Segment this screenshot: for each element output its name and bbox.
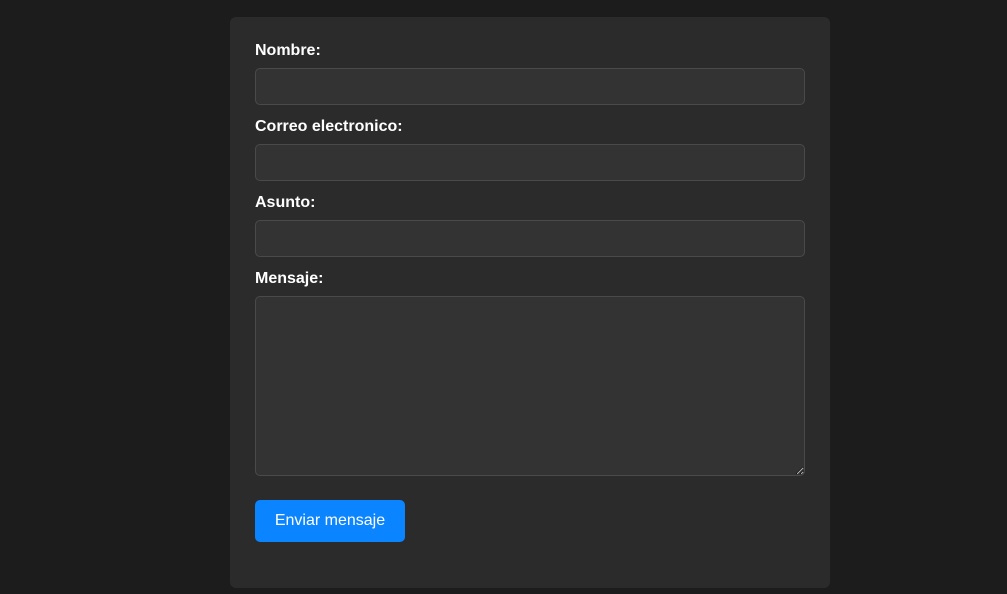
mensaje-textarea[interactable] <box>255 296 805 476</box>
field-mensaje: Mensaje: <box>255 270 805 476</box>
nombre-input[interactable] <box>255 68 805 105</box>
asunto-label: Asunto: <box>255 194 316 211</box>
nombre-label: Nombre: <box>255 42 321 59</box>
field-nombre: Nombre: <box>255 42 805 105</box>
correo-input[interactable] <box>255 144 805 181</box>
enviar-mensaje-button[interactable]: Enviar mensaje <box>255 500 405 542</box>
mensaje-label: Mensaje: <box>255 270 324 287</box>
contact-form-card: Nombre: Correo electronico: Asunto: Mens… <box>230 17 830 588</box>
correo-label: Correo electronico: <box>255 118 403 135</box>
contact-form: Nombre: Correo electronico: Asunto: Mens… <box>255 42 805 542</box>
field-asunto: Asunto: <box>255 194 805 257</box>
field-correo: Correo electronico: <box>255 118 805 181</box>
asunto-input[interactable] <box>255 220 805 257</box>
